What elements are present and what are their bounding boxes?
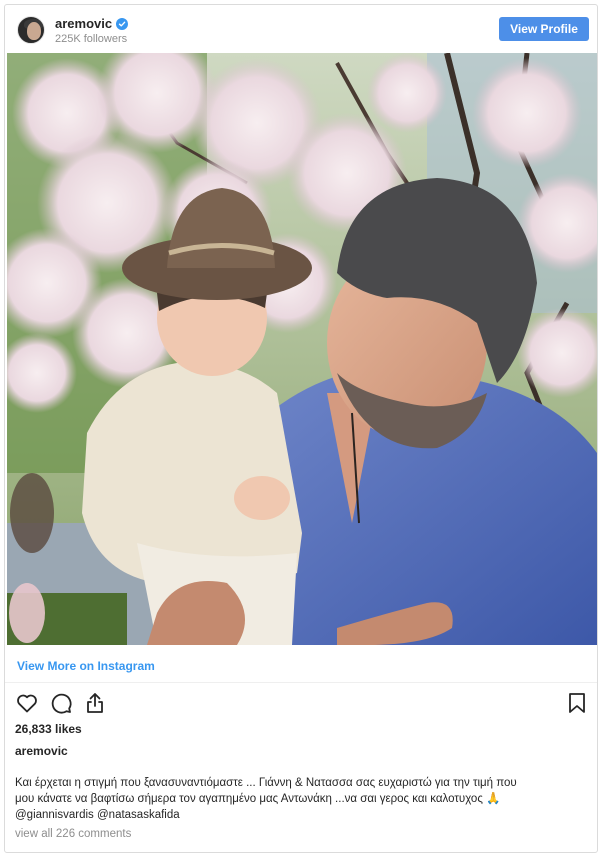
action-bar: [15, 691, 587, 717]
caption-line: Και έρχεται η στιγμή που ξανασυναντιόμασ…: [15, 777, 517, 789]
username-row: aremovic: [55, 16, 129, 31]
view-more-row: View More on Instagram: [5, 645, 597, 683]
follower-count: 225K followers: [55, 33, 128, 45]
bookmark-icon[interactable]: [565, 691, 589, 715]
verified-badge-icon: [116, 17, 129, 30]
post-header: aremovic 225K followers View Profile: [5, 5, 597, 53]
username-link[interactable]: aremovic: [55, 16, 112, 31]
mention-link[interactable]: @giannisvardis: [15, 809, 94, 821]
mention-link[interactable]: @natasaskafida: [97, 809, 180, 821]
caption-text: Και έρχεται η στιγμή που ξανασυναντιόμασ…: [15, 775, 589, 823]
comment-icon[interactable]: [49, 691, 73, 715]
caption-mentions: @giannisvardis @natasaskafida: [15, 807, 589, 823]
post-photo[interactable]: [7, 53, 597, 645]
caption-author[interactable]: aremovic: [15, 744, 68, 758]
share-icon[interactable]: [83, 691, 107, 715]
caption-line: μου κάνατε να βαφτίσω σήμερα τον αγαπημέ…: [15, 793, 501, 805]
view-more-link[interactable]: View More on Instagram: [17, 659, 155, 673]
like-count[interactable]: 26,833 likes: [15, 722, 82, 736]
view-profile-button[interactable]: View Profile: [499, 17, 589, 41]
view-comments-link[interactable]: view all 226 comments: [15, 828, 131, 840]
avatar[interactable]: [17, 16, 45, 44]
heart-icon[interactable]: [15, 691, 39, 715]
instagram-embed: aremovic 225K followers View Profile Vie…: [4, 4, 598, 853]
